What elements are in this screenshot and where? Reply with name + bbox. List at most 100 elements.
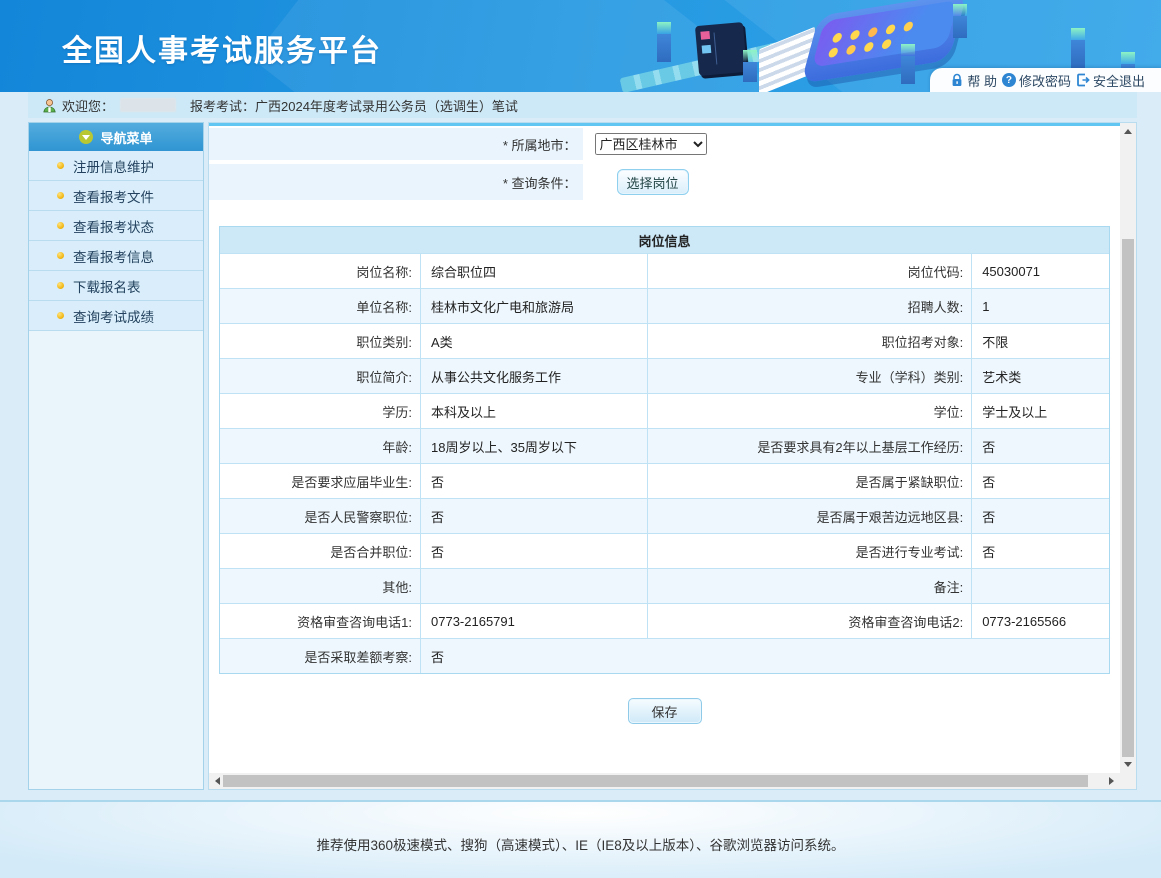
masked-username [120,98,176,112]
field-value: 1 [971,289,1109,323]
field-label: 学位: [647,394,971,428]
field-label: 是否属于艰苦边远地区县: [647,499,971,533]
bullet-icon [57,162,64,169]
content-panel: * 所属地市： 广西区桂林市 * 查询条件： 选择岗位 岗位信息 岗位名称:综合… [208,122,1137,790]
field-label: 岗位名称: [220,254,420,288]
table-row: 职位类别:A类职位招考对象:不限 [220,323,1109,358]
illustration-pillar [953,16,967,38]
field-label: 专业（学科）类别: [647,359,971,393]
sidebar-item-label: 查看报考信息 [73,246,154,266]
help-link[interactable]: 帮 助 [950,71,997,90]
logout-link[interactable]: 安全退出 [1076,71,1145,90]
field-label: 岗位代码: [647,254,971,288]
field-value: 0773-2165791 [420,604,647,638]
illustration-pillar [1071,40,1085,68]
field-label: 职位简介: [220,359,420,393]
field-value: 45030071 [971,254,1109,288]
field-value [420,569,647,603]
table-row: 资格审查咨询电话1:0773-2165791资格审查咨询电话2:0773-216… [220,603,1109,638]
table-row: 年龄:18周岁以上、35周岁以下是否要求具有2年以上基层工作经历:否 [220,428,1109,463]
field-label: 是否合并职位: [220,534,420,568]
field-value: 否 [420,464,647,498]
utility-bar: 帮 助 ? 修改密码 安全退出 [930,68,1161,92]
change-password-link[interactable]: ? 修改密码 [1002,71,1071,90]
field-value: 从事公共文化服务工作 [420,359,647,393]
scroll-up-button[interactable] [1120,123,1136,139]
bullet-icon [57,252,64,259]
field-value: 艺术类 [971,359,1109,393]
welcome-label: 欢迎您： [62,96,114,115]
table-row: 是否采取差额考察:否 [220,638,1109,673]
table-row: 学历:本科及以上学位:学士及以上 [220,393,1109,428]
field-value: A类 [420,324,647,358]
content-scroll-area: * 所属地市： 广西区桂林市 * 查询条件： 选择岗位 岗位信息 岗位名称:综合… [209,123,1120,773]
sidebar-header-label: 导航菜单 [100,128,152,147]
field-value [971,569,1109,603]
table-row: 其他: 备注: [220,568,1109,603]
field-value: 否 [971,429,1109,463]
field-value: 否 [420,499,647,533]
content-top-rule [209,123,1120,126]
table-row: 职位简介:从事公共文化服务工作专业（学科）类别:艺术类 [220,358,1109,393]
bullet-icon [57,222,64,229]
sidebar-item[interactable]: 下载报名表 [29,271,203,301]
field-label: 资格审查咨询电话1: [220,604,420,638]
sidebar-item[interactable]: 查看报考文件 [29,181,203,211]
horizontal-scrollbar[interactable] [209,773,1120,789]
field-value: 否 [971,464,1109,498]
field-label: 招聘人数: [647,289,971,323]
query-label: * 查询条件： [209,164,583,200]
save-button[interactable]: 保存 [628,698,702,724]
field-label: 是否要求应届毕业生: [220,464,420,498]
field-value: 0773-2165566 [971,604,1109,638]
field-value: 否 [420,639,1109,673]
field-label: 其他: [220,569,420,603]
sidebar-item[interactable]: 注册信息维护 [29,151,203,181]
horizontal-scroll-thumb[interactable] [223,775,1088,787]
sidebar-item-label: 查看报考文件 [73,186,154,206]
table-row: 单位名称:桂林市文化广电和旅游局招聘人数:1 [220,288,1109,323]
logout-label: 安全退出 [1093,71,1145,90]
sidebar-item[interactable]: 查询考试成绩 [29,301,203,331]
field-value: 否 [420,534,647,568]
sidebar-item[interactable]: 查看报考状态 [29,211,203,241]
exam-info: 报考考试：广西2024年度考试录用公务员（选调生）笔试 [190,96,518,115]
field-value: 学士及以上 [971,394,1109,428]
bullet-icon [57,192,64,199]
vertical-scrollbar[interactable] [1120,123,1136,773]
field-value: 综合职位四 [420,254,647,288]
table-row: 岗位名称:综合职位四岗位代码:45030071 [220,253,1109,288]
field-value: 桂林市文化广电和旅游局 [420,289,647,323]
field-value: 否 [971,534,1109,568]
scroll-right-button[interactable] [1104,773,1120,789]
page-footer: 推荐使用360极速模式、搜狗（高速模式）、IE（IE8及以上版本）、谷歌浏览器访… [0,800,1161,878]
change-password-label: 修改密码 [1019,71,1071,90]
illustration-monitor [695,22,747,76]
vertical-scroll-thumb[interactable] [1122,239,1134,757]
table-row: 是否合并职位:否是否进行专业考试:否 [220,533,1109,568]
arrow-left-icon [211,777,220,785]
sidebar-item-label: 查看报考状态 [73,216,154,236]
scroll-down-button[interactable] [1120,757,1136,773]
sidebar-item-label: 查询考试成绩 [73,306,154,326]
choose-post-button[interactable]: 选择岗位 [617,169,689,195]
user-avatar-icon [42,98,57,113]
help-label: 帮 助 [967,71,997,90]
sidebar-menu: 注册信息维护查看报考文件查看报考状态查看报考信息下载报名表查询考试成绩 [29,151,203,331]
city-select[interactable]: 广西区桂林市 [595,133,707,155]
query-form-row: * 查询条件： 选择岗位 [209,164,1120,200]
scrollbar-corner [1120,773,1136,789]
field-label: 职位招考对象: [647,324,971,358]
field-value: 否 [971,499,1109,533]
arrow-up-icon [1124,125,1132,134]
city-label: * 所属地市： [209,128,583,160]
logout-icon [1076,73,1090,87]
sidebar-item-label: 下载报名表 [73,276,141,296]
field-value: 18周岁以上、35周岁以下 [420,429,647,463]
field-label: 备注: [647,569,971,603]
sidebar-header[interactable]: 导航菜单 [29,123,203,151]
field-value: 不限 [971,324,1109,358]
sidebar-item[interactable]: 查看报考信息 [29,241,203,271]
field-label: 是否进行专业考试: [647,534,971,568]
sidebar-item-label: 注册信息维护 [73,156,154,176]
